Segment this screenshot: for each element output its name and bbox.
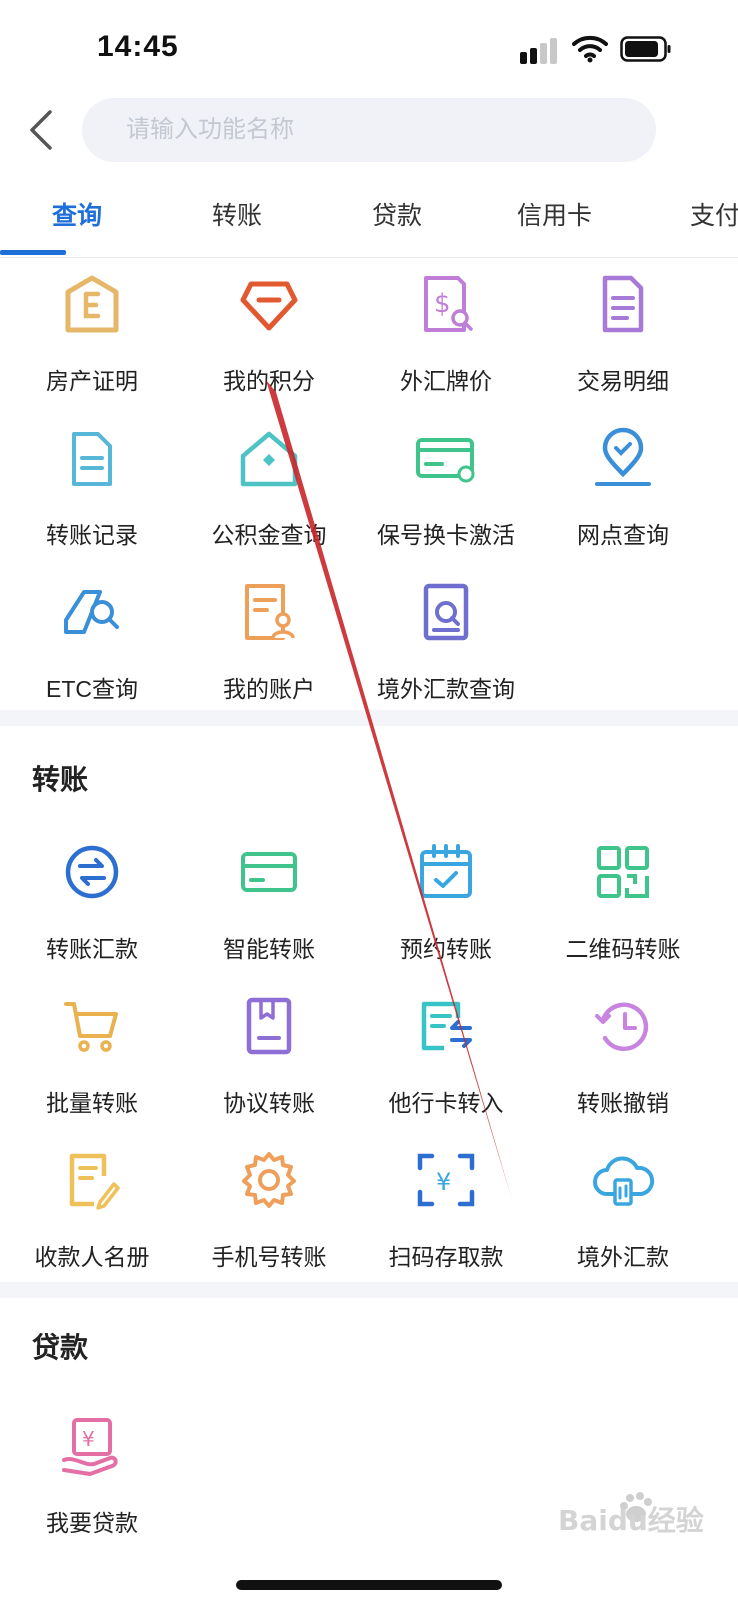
search-input[interactable] xyxy=(126,98,636,162)
grid-item-transfer-record[interactable]: 转账记录 xyxy=(0,426,184,576)
status-time: 14:45 xyxy=(97,30,179,63)
apply-loan-icon: ¥ xyxy=(62,1418,118,1476)
grid-item-branch-location[interactable]: 网点查询 xyxy=(531,426,715,576)
wifi-icon xyxy=(572,35,608,63)
transfer-record-icon xyxy=(72,432,112,486)
grid-item-my-points[interactable]: 我的积分 xyxy=(177,272,361,422)
grid-item-transaction-detail[interactable]: 交易明细 xyxy=(531,272,715,422)
overseas-remit-query-icon xyxy=(423,583,469,641)
section-divider xyxy=(0,710,738,726)
grid-item-transfer-revoke[interactable]: 转账撤销 xyxy=(531,994,715,1144)
transfer-section: 转账 转账汇款 智能转账 预约转账 二维码转账 批量转账 协议转账 他行卡转入 … xyxy=(0,726,738,1282)
grid-item-batch-transfer[interactable]: 批量转账 xyxy=(0,994,184,1144)
grid-item-transfer-remit[interactable]: 转账汇款 xyxy=(0,840,184,990)
section-divider xyxy=(0,1282,738,1298)
qrcode-transfer-icon xyxy=(597,846,649,898)
tab-credit-card[interactable]: 信用卡 xyxy=(517,196,592,232)
grid-item-phone-transfer[interactable]: 手机号转账 xyxy=(177,1148,361,1298)
scan-deposit-icon: ¥ xyxy=(417,1153,475,1207)
housing-fund-icon xyxy=(240,431,298,487)
tab-loan[interactable]: 贷款 xyxy=(372,196,422,232)
search-bar[interactable] xyxy=(82,98,656,162)
grid-item-forex-rate[interactable]: $ 外汇牌价 xyxy=(354,272,538,422)
back-icon[interactable] xyxy=(24,108,60,152)
tab-payment[interactable]: 支付 xyxy=(690,196,738,232)
grid-item-agreement-transfer[interactable]: 协议转账 xyxy=(177,994,361,1144)
payee-list-icon xyxy=(69,1153,120,1210)
section-title-transfer: 转账 xyxy=(32,764,89,795)
card-activate-icon xyxy=(416,438,475,483)
grid-item-overseas-remit-query[interactable]: 境外汇款查询 xyxy=(354,580,538,730)
grid-item-overseas-remit[interactable]: 境外汇款 xyxy=(531,1148,715,1298)
baidu-watermark-logo: Baidu经验 xyxy=(558,1492,704,1537)
grid-item-etc-query[interactable]: ETC查询 xyxy=(0,580,184,730)
tab-active-indicator xyxy=(0,250,66,255)
svg-text:¥: ¥ xyxy=(436,1168,451,1196)
transfer-revoke-icon xyxy=(595,1002,649,1052)
home-indicator[interactable] xyxy=(236,1580,502,1590)
svg-text:¥: ¥ xyxy=(82,1427,95,1451)
grid-item-card-activate[interactable]: 保号换卡激活 xyxy=(354,426,538,576)
my-account-icon xyxy=(245,584,295,640)
grid-item-house-certificate[interactable]: 房产证明 xyxy=(0,272,184,422)
svg-text:$: $ xyxy=(434,289,451,319)
other-bank-in-icon xyxy=(421,1001,472,1051)
agreement-transfer-icon xyxy=(246,997,292,1055)
category-tabs: 查询 转账 贷款 信用卡 支付 xyxy=(0,178,738,258)
phone-transfer-gear-icon xyxy=(242,1152,296,1208)
etc-query-icon xyxy=(64,590,119,634)
overseas-remit-cloud-icon xyxy=(593,1156,655,1206)
branch-location-icon xyxy=(595,427,651,486)
scheduled-transfer-icon xyxy=(420,844,472,898)
batch-cart-icon xyxy=(64,1002,118,1052)
status-bar: 14:45 xyxy=(0,0,738,96)
grid-item-scan-deposit[interactable]: ¥ 扫码存取款 xyxy=(354,1148,538,1298)
grid-item-apply-loan[interactable]: ¥ 我要贷款 xyxy=(0,1414,184,1564)
house-certificate-icon xyxy=(65,275,119,333)
battery-icon xyxy=(620,36,671,62)
grid-item-smart-transfer[interactable]: 智能转账 xyxy=(177,840,361,990)
signal-icon xyxy=(520,38,557,64)
query-section: 房产证明 我的积分 $ 外汇牌价 交易明细 转账记录 公积金查询 保号换卡激活 … xyxy=(0,258,738,710)
grid-item-qrcode-transfer[interactable]: 二维码转账 xyxy=(531,840,715,990)
section-title-loan: 贷款 xyxy=(32,1332,89,1363)
grid-item-scheduled-transfer[interactable]: 预约转账 xyxy=(354,840,538,990)
tab-transfer[interactable]: 转账 xyxy=(212,196,262,232)
transfer-remit-icon xyxy=(65,845,119,899)
grid-item-other-bank-in[interactable]: 他行卡转入 xyxy=(354,994,538,1144)
smart-transfer-icon xyxy=(241,852,297,892)
svg-text:Baidu经验: Baidu经验 xyxy=(558,1504,704,1537)
forex-rate-icon: $ xyxy=(424,276,473,332)
grid-item-payee-list[interactable]: 收款人名册 xyxy=(0,1148,184,1298)
grid-item-housing-fund[interactable]: 公积金查询 xyxy=(177,426,361,576)
points-diamond-icon xyxy=(240,281,298,331)
transaction-detail-icon xyxy=(602,275,644,333)
tab-query[interactable]: 查询 xyxy=(52,196,102,232)
grid-item-my-account[interactable]: 我的账户 xyxy=(177,580,361,730)
